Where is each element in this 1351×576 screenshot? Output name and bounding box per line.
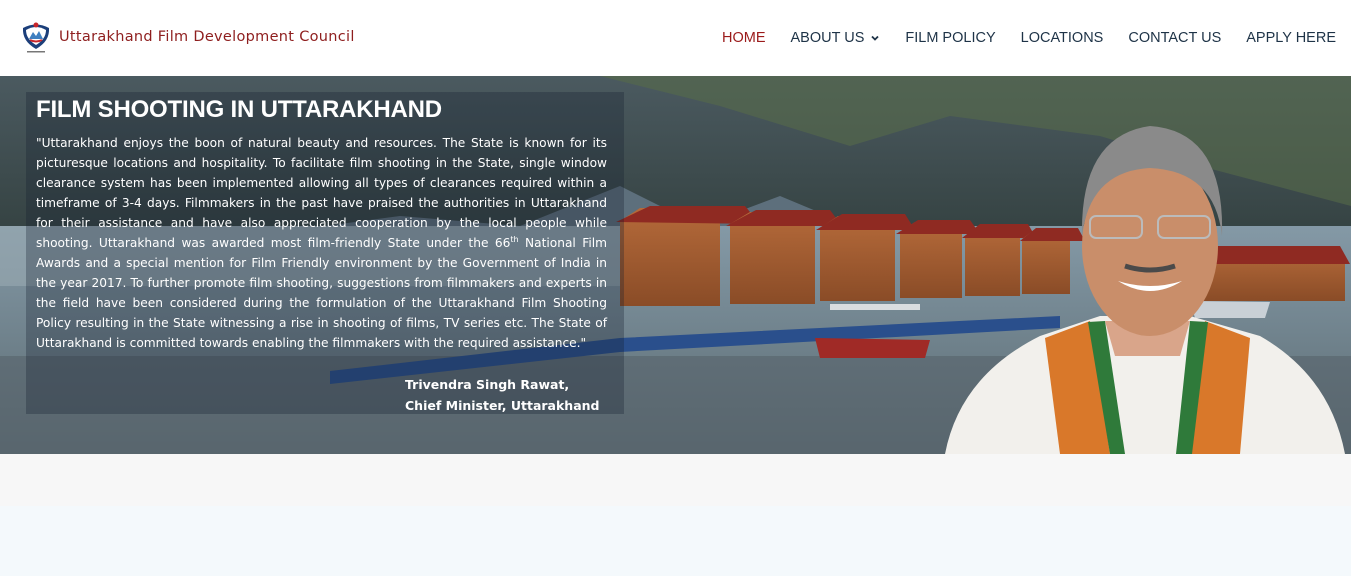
nav-about-us-label: ABOUT US — [790, 30, 865, 46]
signature-title: Chief Minister, Uttarakhand — [405, 398, 600, 413]
main-nav: HOME ABOUT US FILM POLICY LOCATIONS CONT… — [697, 0, 1336, 76]
nav-apply-here[interactable]: APPLY HERE — [1246, 30, 1336, 46]
nav-about-us[interactable]: ABOUT US — [791, 30, 881, 46]
nav-film-policy[interactable]: FILM POLICY — [905, 30, 995, 46]
brand[interactable]: Uttarakhand Film Development Council — [20, 19, 355, 55]
state-emblem-icon — [22, 22, 50, 53]
nav-home[interactable]: HOME — [722, 30, 766, 46]
hero-title: FILM SHOOTING IN UTTARAKHAND — [36, 96, 442, 123]
hero-banner: FILM SHOOTING IN UTTARAKHAND "Uttarakhan… — [0, 76, 1351, 454]
hero-quote-part2: National Film Awards and a special menti… — [36, 236, 607, 350]
brand-name: Uttarakhand Film Development Council — [59, 29, 355, 45]
nav-locations[interactable]: LOCATIONS — [1021, 30, 1104, 46]
hero-quote-part1: "Uttarakhand enjoys the boon of natural … — [36, 136, 607, 250]
content-area — [0, 506, 1351, 576]
hero-quote: "Uttarakhand enjoys the boon of natural … — [36, 133, 607, 353]
section-divider — [0, 454, 1351, 506]
site-header: Uttarakhand Film Development Council HOM… — [0, 0, 1351, 76]
hero-quote-superscript: th — [510, 234, 519, 244]
chevron-down-icon — [871, 35, 880, 41]
hero-signature: Trivendra Singh Rawat, Chief Minister, U… — [405, 374, 599, 416]
signature-name: Trivendra Singh Rawat, — [405, 377, 570, 392]
nav-contact-us[interactable]: CONTACT US — [1128, 30, 1221, 46]
